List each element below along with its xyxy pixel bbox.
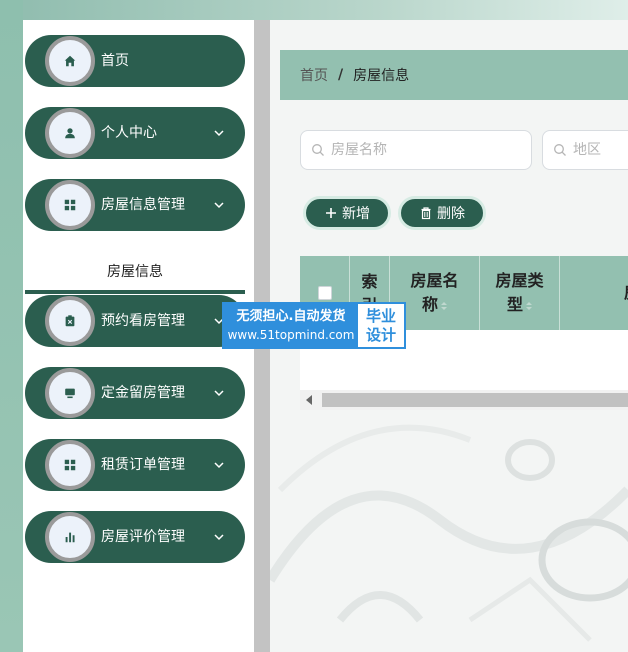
left-decor-strip (0, 0, 23, 652)
plus-icon (326, 208, 336, 218)
column-header-text: 房屋类型 (495, 271, 544, 314)
search-icon (554, 144, 566, 156)
house-name-search-input[interactable] (331, 142, 481, 158)
sidebar-item-label: 首页 (101, 53, 129, 69)
column-header-house-type[interactable]: 房屋类型 (480, 256, 560, 330)
sidebar-item-house-reviews[interactable]: 房屋评价管理 (25, 511, 245, 563)
sidebar-item-viewing-appointment[interactable]: 预约看房管理 (25, 295, 245, 347)
sort-icon (441, 301, 447, 310)
house-name-search-box (300, 130, 532, 170)
trash-icon (421, 207, 431, 220)
sidebar-item-label: 房屋信息管理 (101, 197, 185, 213)
submenu-item-label: 房屋信息 (107, 264, 163, 280)
column-header-label: 房屋名称 (407, 269, 463, 317)
sidebar-item-personal-center[interactable]: 个人中心 (25, 107, 245, 159)
sidebar-item-deposit-reservation[interactable]: 定金留房管理 (25, 367, 245, 419)
region-search-input[interactable] (573, 142, 628, 158)
watermark-url: www.51topmind.com (227, 327, 355, 342)
horizontal-scrollbar[interactable] (300, 390, 628, 410)
sidebar-item-house-info-management[interactable]: 房屋信息管理 (25, 179, 245, 231)
column-header-text: 房屋名称 (410, 271, 459, 314)
sort-icon (526, 301, 532, 310)
chevron-down-icon (214, 202, 224, 209)
sidebar-item-label: 定金留房管理 (101, 385, 185, 401)
sidebar-item-label: 个人中心 (101, 125, 157, 141)
monitor-icon (45, 368, 95, 418)
clipboard-icon (45, 296, 95, 346)
breadcrumb-separator: / (338, 67, 344, 83)
sidebar-item-home[interactable]: 首页 (25, 35, 245, 87)
column-header-partial[interactable]: 房 (560, 256, 628, 330)
scrollbar-thumb[interactable] (322, 393, 628, 407)
home-icon (45, 36, 95, 86)
watermark-tag-line2: 设计 (365, 325, 396, 344)
region-search-box (542, 130, 628, 170)
bar-chart-icon (45, 512, 95, 562)
chevron-down-icon (214, 390, 224, 397)
sidebar-item-label: 租赁订单管理 (101, 457, 185, 473)
grid-icon (45, 440, 95, 490)
breadcrumb-home-link[interactable]: 首页 (300, 65, 328, 85)
watermark-badge: 无须担心.自动发货 www.51topmind.com 毕业 设计 (222, 302, 406, 349)
delete-button[interactable]: 删除 (398, 196, 486, 230)
watermark-slogan: 无须担心.自动发货 (236, 308, 346, 324)
chevron-down-icon (214, 462, 224, 469)
add-button-label: 新增 (342, 206, 370, 222)
chevron-down-icon (214, 534, 224, 541)
user-icon (45, 108, 95, 158)
sidebar-item-rental-orders[interactable]: 租赁订单管理 (25, 439, 245, 491)
grid-icon (45, 180, 95, 230)
delete-button-label: 删除 (437, 206, 465, 222)
sidebar: 首页 个人中心 房屋信息管理 房屋信息 预约看房管理 定金留房管理 租赁订单管理… (23, 20, 254, 652)
select-all-checkbox[interactable] (317, 286, 332, 300)
chevron-down-icon (214, 130, 224, 137)
sidebar-item-label: 房屋评价管理 (101, 529, 185, 545)
add-button[interactable]: 新增 (303, 196, 391, 230)
top-decor-band (0, 0, 628, 20)
search-icon (312, 144, 324, 156)
sidebar-item-label: 预约看房管理 (101, 313, 185, 329)
column-header-label: 房屋类型 (492, 269, 548, 317)
column-header-label: 房 (624, 281, 628, 305)
scroll-left-arrow-icon[interactable] (306, 395, 312, 405)
breadcrumb-current: 房屋信息 (353, 68, 410, 84)
watermark-tag-line1: 毕业 (365, 306, 396, 325)
breadcrumb: 首页 / 房屋信息 (280, 50, 628, 100)
submenu-item-house-info[interactable]: 房屋信息 (25, 254, 245, 294)
watermark-left: 无须担心.自动发货 www.51topmind.com (224, 304, 358, 347)
watermark-right: 毕业 设计 (358, 304, 404, 347)
